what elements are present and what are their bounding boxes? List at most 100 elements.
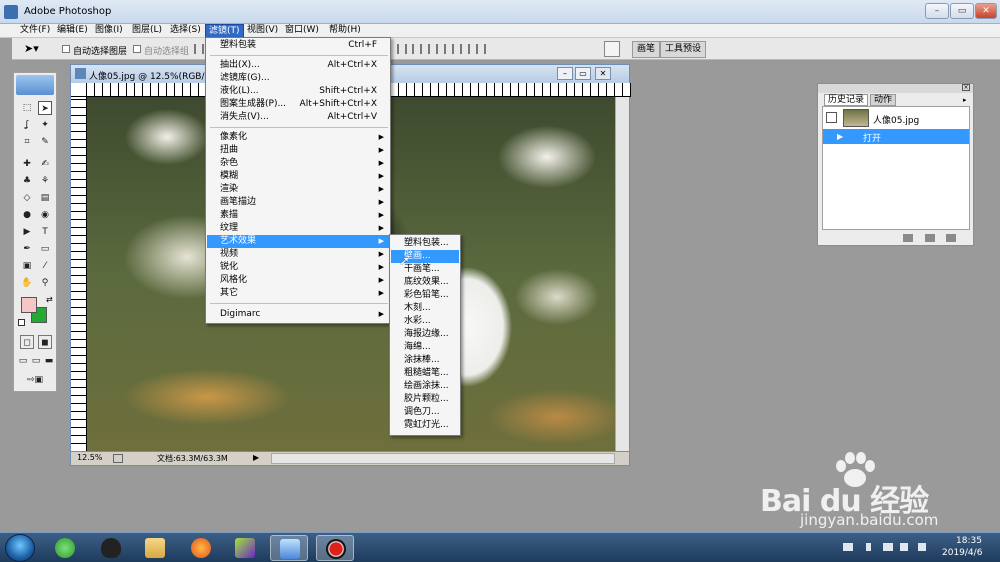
eraser-tool-icon[interactable]: ◇ <box>20 191 34 205</box>
volume-tray-icon[interactable] <box>918 543 926 551</box>
distribute-icon-2[interactable] <box>412 44 422 54</box>
brush-tool-icon[interactable]: ✍ <box>38 157 52 171</box>
history-panel-menu-icon[interactable]: ▸ <box>963 96 967 104</box>
shape-tool-icon[interactable]: ▭ <box>38 242 52 256</box>
default-colors-icon[interactable] <box>18 319 25 326</box>
marquee-tool-icon[interactable]: ⬚ <box>20 101 34 115</box>
new-snapshot-icon[interactable] <box>925 234 935 242</box>
status-menu-arrow-icon[interactable]: ▶ <box>253 453 259 462</box>
filter-artistic[interactable]: 艺术效果 ▶ <box>207 235 389 248</box>
clock-date[interactable]: 2019/4/6 <box>942 548 982 558</box>
artistic-paint-daubs[interactable]: 绘画涂抹... <box>391 380 459 393</box>
filter-stylize[interactable]: 风格化 ▶ <box>207 274 389 287</box>
distribute-icon-6[interactable] <box>476 44 486 54</box>
history-step-open[interactable]: ▶ 打开 <box>823 129 969 144</box>
artistic-film-grain[interactable]: 胶片颗粒... <box>391 393 459 406</box>
menu-help[interactable]: 帮助(H) <box>326 24 364 38</box>
snapshot-label[interactable]: 人像05.jpg <box>873 113 919 126</box>
move-tool-preset-icon[interactable]: ➤▾ <box>24 42 46 56</box>
history-panel-grip[interactable] <box>818 84 973 93</box>
filter-video[interactable]: 视频 ▶ <box>207 248 389 261</box>
zoom-tool-icon[interactable]: ⚲ <box>38 276 52 290</box>
filter-distort[interactable]: 扭曲 ▶ <box>207 144 389 157</box>
delete-state-icon[interactable] <box>946 234 956 242</box>
menu-edit[interactable]: 编辑(E) <box>54 24 91 38</box>
pen-tool-icon[interactable]: ✒ <box>20 242 34 256</box>
flag-tray-icon[interactable] <box>883 543 893 551</box>
new-document-from-state-icon[interactable] <box>903 234 913 242</box>
menu-select[interactable]: 选择(S) <box>167 24 204 38</box>
start-button[interactable] <box>5 534 35 562</box>
vertical-scrollbar[interactable] <box>615 97 629 451</box>
screen-mode-standard-icon[interactable]: ▭ <box>16 354 30 368</box>
magic-wand-icon[interactable]: ✦ <box>38 118 52 132</box>
eyedropper-icon[interactable]: ⁄ <box>38 259 52 273</box>
taskbar-app-360[interactable] <box>46 535 84 561</box>
clock-time[interactable]: 18:35 <box>956 536 982 546</box>
restore-button[interactable]: ▭ <box>950 3 974 19</box>
artistic-watercolor[interactable]: 水彩... <box>391 315 459 328</box>
artistic-poster-edges[interactable]: 海报边缘... <box>391 328 459 341</box>
screen-mode-full-icon[interactable]: ▬ <box>42 354 56 368</box>
slice-tool-icon[interactable]: ✎ <box>38 135 52 149</box>
artistic-smudge-stick[interactable]: 涂抹棒... <box>391 354 459 367</box>
distribute-icon-5[interactable] <box>460 44 470 54</box>
minimize-button[interactable]: – <box>925 3 949 19</box>
distribute-icon-1[interactable] <box>397 44 407 54</box>
snapshot-brush-source-icon[interactable] <box>826 112 837 123</box>
filter-liquify[interactable]: 液化(L)... Shift+Ctrl+X <box>207 85 389 98</box>
vertical-ruler[interactable] <box>71 97 87 451</box>
screen-mode-menu-icon[interactable]: ▭ <box>29 354 43 368</box>
history-panel-close-icon[interactable]: × <box>962 84 970 91</box>
filter-gallery[interactable]: 滤镜库(G)... <box>207 72 389 85</box>
distribute-icon-3[interactable] <box>428 44 438 54</box>
zoom-level[interactable]: 12.5% <box>77 453 102 462</box>
taskbar-app-firefox[interactable] <box>182 535 220 561</box>
palette-well-icon[interactable] <box>604 41 620 57</box>
artistic-colored-pencil[interactable]: 彩色铅笔... <box>391 289 459 302</box>
crop-tool-icon[interactable]: ⌗ <box>20 135 34 149</box>
artistic-neon-glow[interactable]: 霓虹灯光... <box>391 419 459 432</box>
filter-sketch[interactable]: 素描 ▶ <box>207 209 389 222</box>
ruler-origin[interactable] <box>71 83 87 97</box>
menu-file[interactable]: 文件(F) <box>17 24 53 38</box>
blur-tool-icon[interactable]: ● <box>20 208 34 222</box>
taskbar-app-qq[interactable] <box>92 535 130 561</box>
menu-filter[interactable]: 滤镜(T) <box>205 24 244 38</box>
artistic-underpainting[interactable]: 底纹效果... <box>391 276 459 289</box>
network-tray-icon[interactable] <box>900 543 908 551</box>
artistic-cutout[interactable]: 木刻... <box>391 302 459 315</box>
menu-view[interactable]: 视图(V) <box>244 24 281 38</box>
artistic-rough-pastels[interactable]: 粗糙蜡笔... <box>391 367 459 380</box>
auto-select-layer-checkbox[interactable] <box>62 45 70 53</box>
filter-pixelate[interactable]: 像素化 ▶ <box>207 131 389 144</box>
tray-arrow-icon[interactable] <box>866 543 871 551</box>
taskbar-app-media[interactable] <box>226 535 264 561</box>
artistic-sponge[interactable]: 海绵... <box>391 341 459 354</box>
filter-render[interactable]: 渲染 ▶ <box>207 183 389 196</box>
keyboard-tray-icon[interactable] <box>843 543 853 551</box>
filter-texture[interactable]: 纹理 ▶ <box>207 222 389 235</box>
filter-last-used[interactable]: 塑料包装 Ctrl+F <box>207 39 389 52</box>
quick-mask-icon[interactable]: ◼ <box>38 335 52 349</box>
swap-colors-icon[interactable]: ⇄ <box>46 295 53 304</box>
doc-restore-button[interactable]: ▭ <box>575 67 591 80</box>
hand-tool-icon[interactable]: ✋ <box>20 276 34 290</box>
taskbar-app-photoshop[interactable] <box>270 535 308 561</box>
distribute-icon-4[interactable] <box>444 44 454 54</box>
foreground-color-swatch[interactable] <box>21 297 37 313</box>
type-tool-icon[interactable]: T <box>38 225 52 239</box>
filter-blur[interactable]: 模糊 ▶ <box>207 170 389 183</box>
filter-noise[interactable]: 杂色 ▶ <box>207 157 389 170</box>
auto-select-group-checkbox[interactable] <box>133 45 141 53</box>
taskbar-app-explorer[interactable] <box>136 535 174 561</box>
path-selection-icon[interactable]: ▶ <box>20 225 34 239</box>
filter-digimarc[interactable]: Digimarc ▶ <box>207 308 389 321</box>
filter-extract[interactable]: 抽出(X)... Alt+Ctrl+X <box>207 59 389 72</box>
close-button[interactable]: ✕ <box>975 3 997 19</box>
snapshot-thumbnail[interactable] <box>843 109 869 127</box>
artistic-palette-knife[interactable]: 调色刀... <box>391 406 459 419</box>
standard-mode-icon[interactable]: ◻ <box>20 335 34 349</box>
taskbar-app-recorder[interactable] <box>316 535 354 561</box>
status-preview-icon[interactable] <box>113 454 123 463</box>
